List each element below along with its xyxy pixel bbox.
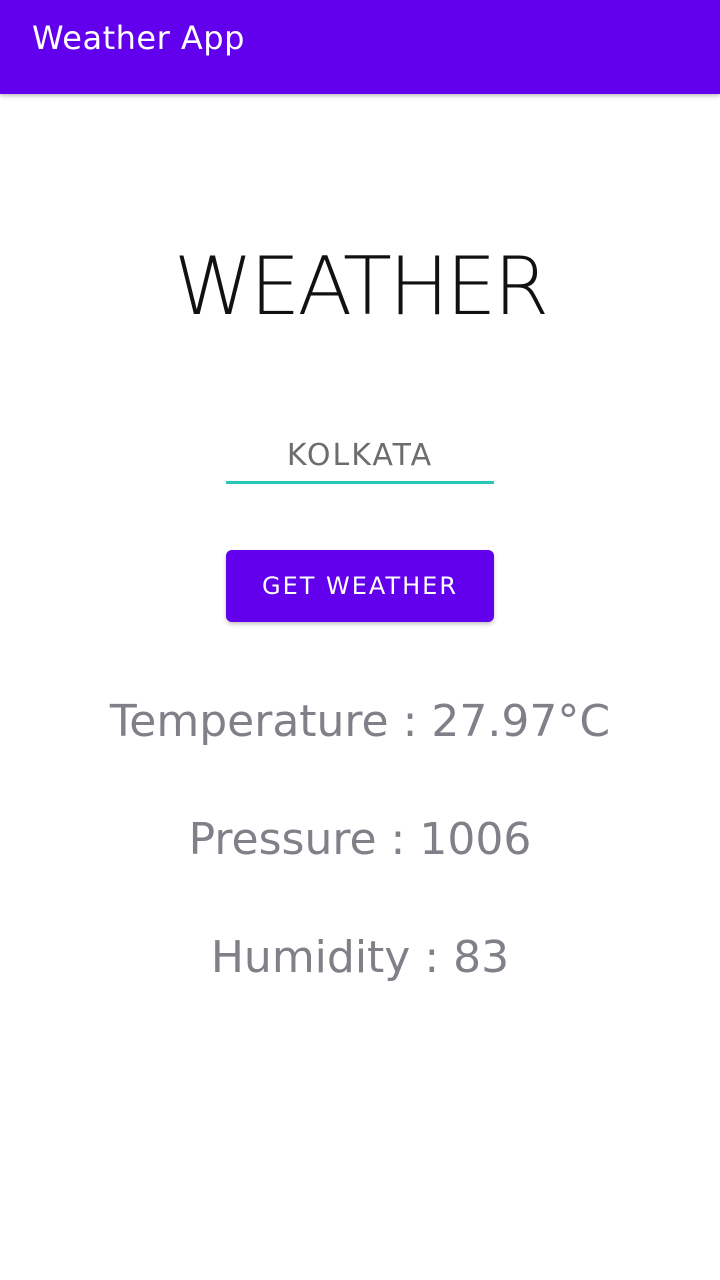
- humidity-reading: Humidity : 83: [210, 932, 510, 983]
- temperature-reading: Temperature : 27.97°C: [109, 696, 611, 747]
- get-weather-button[interactable]: GET WEATHER: [226, 550, 494, 622]
- page-heading: WEATHER: [173, 240, 549, 333]
- app-bar: Weather App: [0, 0, 720, 94]
- city-input[interactable]: [226, 430, 494, 484]
- pressure-reading: Pressure : 1006: [188, 814, 532, 865]
- app-title: Weather App: [32, 19, 245, 57]
